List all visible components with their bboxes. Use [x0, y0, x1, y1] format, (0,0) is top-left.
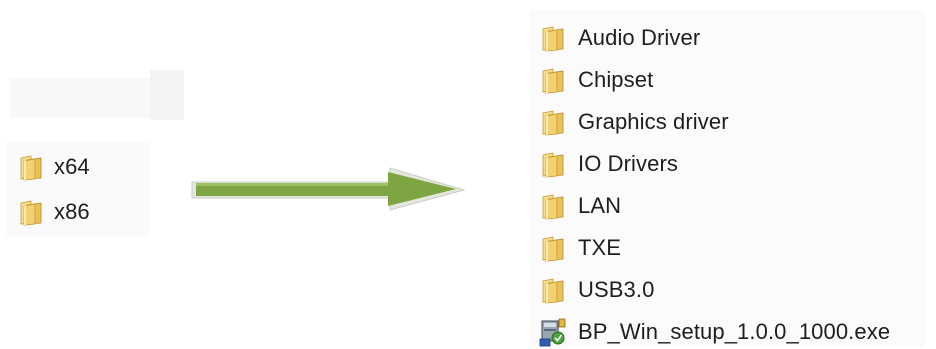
background-remnant [150, 70, 184, 120]
right-arrow-icon [190, 164, 470, 219]
folder-item-graphics-driver[interactable]: Graphics driver [538, 101, 890, 143]
folder-item-x86[interactable]: x86 [16, 189, 90, 234]
file-item-bp-win-setup[interactable]: BP_Win_setup_1.0.0_1000.exe [538, 311, 890, 349]
left-folder-list: x64 x86 [16, 144, 90, 234]
folder-item-x64[interactable]: x64 [16, 144, 90, 189]
installer-exe-icon [538, 317, 568, 347]
folder-item-audio-driver[interactable]: Audio Driver [538, 17, 890, 59]
folder-label: Graphics driver [578, 109, 729, 134]
folder-icon [16, 152, 46, 182]
right-folder-list: Audio Driver Chipset Graphics driver IO … [538, 17, 890, 349]
folder-icon [16, 197, 46, 227]
folder-icon [538, 275, 568, 305]
folder-label: Audio Driver [578, 25, 701, 50]
file-label: BP_Win_setup_1.0.0_1000.exe [578, 319, 891, 344]
folder-item-io-drivers[interactable]: IO Drivers [538, 143, 890, 185]
folder-label: IO Drivers [578, 151, 678, 176]
folder-item-lan[interactable]: LAN [538, 185, 890, 227]
folder-label: x64 [54, 153, 90, 179]
folder-label: TXE [578, 235, 622, 260]
folder-item-usb3[interactable]: USB3.0 [538, 269, 890, 311]
folder-icon [538, 233, 568, 263]
folder-item-txe[interactable]: TXE [538, 227, 890, 269]
folder-icon [538, 65, 568, 95]
folder-icon [538, 23, 568, 53]
folder-label: LAN [578, 193, 622, 218]
explorer-comparison: x64 x86 Audio Driver Chipset Graphics dr… [0, 0, 936, 349]
folder-icon [538, 149, 568, 179]
folder-label: x86 [54, 198, 90, 224]
folder-icon [538, 107, 568, 137]
folder-icon [538, 191, 568, 221]
folder-item-chipset[interactable]: Chipset [538, 59, 890, 101]
folder-label: USB3.0 [578, 277, 655, 302]
folder-label: Chipset [578, 67, 654, 92]
